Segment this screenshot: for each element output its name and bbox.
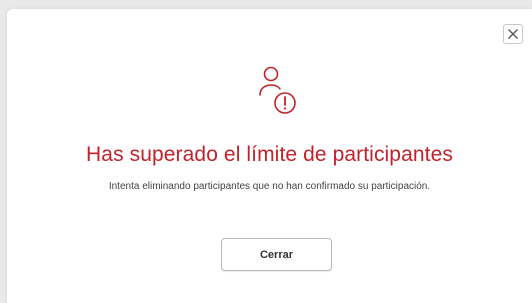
close-icon — [507, 28, 519, 40]
user-warning-icon — [250, 64, 298, 116]
participant-limit-dialog: Has superado el límite de participantes … — [7, 9, 532, 303]
close-dialog-button[interactable]: Cerrar — [221, 238, 332, 271]
dialog-title: Has superado el límite de participantes — [86, 143, 453, 166]
close-button[interactable] — [503, 24, 523, 44]
dialog-message: Intenta eliminando participantes que no … — [108, 181, 431, 192]
